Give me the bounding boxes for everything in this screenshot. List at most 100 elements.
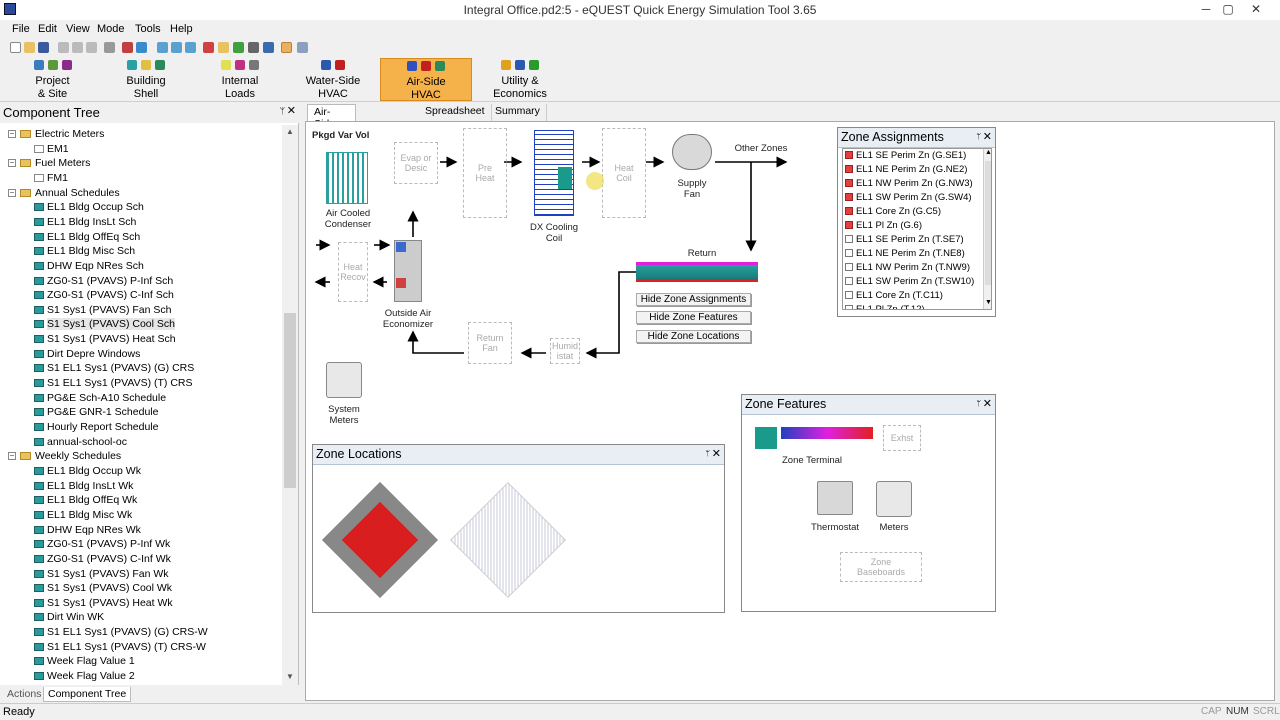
tree-item[interactable]: S1 Sys1 (PVAVS) Cool Sch — [34, 318, 175, 333]
menu-file[interactable]: File — [12, 23, 30, 35]
tree-item[interactable]: Hourly Report Schedule — [34, 421, 158, 436]
scroll-down-icon[interactable]: ▼ — [984, 299, 991, 306]
meters-icon[interactable] — [876, 481, 912, 517]
tab-summary[interactable]: Summary — [489, 104, 547, 121]
tool-icon[interactable] — [263, 42, 274, 53]
tree-item[interactable]: S1 Sys1 (PVAVS) Heat Sch — [34, 333, 176, 348]
close-icon[interactable]: ✕ — [983, 130, 992, 143]
checkbox-icon[interactable] — [845, 221, 853, 229]
tool-icon[interactable] — [185, 42, 196, 53]
paste-icon[interactable] — [86, 42, 97, 53]
mode-utility-economics[interactable]: Utility & Economics — [480, 58, 560, 101]
checkbox-icon[interactable] — [845, 277, 853, 285]
zone-terminal-icon[interactable] — [755, 425, 873, 449]
zone-assignment-row[interactable]: EL1 Pl Zn (G.6) — [845, 220, 922, 234]
menu-mode[interactable]: Mode — [97, 23, 125, 35]
thermostat-icon[interactable] — [817, 481, 853, 515]
tree-item[interactable]: FM1 — [34, 172, 68, 187]
copy-icon[interactable] — [72, 42, 83, 53]
zone-assignment-row[interactable]: EL1 Pl Zn (T.12) — [845, 304, 925, 309]
zone-assignment-row[interactable]: EL1 NE Perim Zn (T.NE8) — [845, 248, 965, 262]
tree-item[interactable]: S1 EL1 Sys1 (PVAVS) (T) CRS-W — [34, 641, 206, 656]
tool-icon[interactable] — [297, 42, 308, 53]
tool-icon[interactable] — [122, 42, 133, 53]
close-button[interactable]: ✕ — [1243, 0, 1269, 20]
tree-item[interactable]: EL1 Bldg Occup Wk — [34, 465, 141, 480]
exhaust-placeholder[interactable]: Exhst — [883, 425, 921, 451]
heat-recov-placeholder[interactable]: Heat Recov — [338, 242, 368, 302]
tree-item[interactable]: S1 EL1 Sys1 (PVAVS) (G) CRS — [34, 362, 194, 377]
zone-assignment-row[interactable]: EL1 NW Perim Zn (G.NW3) — [845, 178, 973, 192]
checkbox-icon[interactable] — [845, 263, 853, 271]
pin-icon[interactable]: ᛘ — [280, 106, 285, 116]
tree-item[interactable]: PG&E Sch-A10 Schedule — [34, 392, 166, 407]
scroll-up-icon[interactable]: ▲ — [282, 127, 298, 136]
zone-baseboards-placeholder[interactable]: Zone Baseboards — [840, 552, 922, 582]
mode-water-side-hvac[interactable]: Water-Side HVAC — [296, 58, 370, 101]
zone-assignment-row[interactable]: EL1 NW Perim Zn (T.NW9) — [845, 262, 970, 276]
tree-scrollbar[interactable]: ▲ ▼ — [282, 125, 298, 685]
tool-icon[interactable] — [157, 42, 168, 53]
checkbox-icon[interactable] — [845, 291, 853, 299]
tool-icon[interactable] — [171, 42, 182, 53]
tab-actions[interactable]: Actions — [3, 687, 45, 702]
checkbox-icon[interactable] — [845, 165, 853, 173]
menu-edit[interactable]: Edit — [38, 23, 57, 35]
mode-internal-loads[interactable]: Internal Loads — [207, 58, 273, 101]
scroll-thumb[interactable] — [985, 161, 991, 285]
tree-item[interactable]: Dirt Win WK — [34, 611, 104, 626]
collapse-icon[interactable]: − — [8, 452, 16, 461]
tree-item[interactable]: EL1 Bldg Misc Sch — [34, 245, 135, 260]
tree-item[interactable]: EM1 — [34, 143, 69, 158]
maximize-button[interactable]: ▢ — [1215, 0, 1241, 20]
tree-item[interactable]: PG&E GNR-1 Schedule — [34, 406, 158, 421]
save-icon[interactable] — [38, 42, 49, 53]
open-icon[interactable] — [24, 42, 35, 53]
tree-item[interactable]: annual-school-oc — [34, 436, 127, 451]
system-meters-icon[interactable] — [326, 362, 362, 398]
print-icon[interactable] — [104, 42, 115, 53]
tree-item[interactable]: ZG0-S1 (PVAVS) C-Inf Wk — [34, 553, 171, 568]
tree-item[interactable]: EL1 Bldg InsLt Wk — [34, 480, 133, 495]
tree-item[interactable]: S1 Sys1 (PVAVS) Fan Sch — [34, 304, 172, 319]
pin-icon[interactable]: ᛘ — [976, 399, 981, 408]
tab-spreadsheet[interactable]: Spreadsheet — [419, 104, 492, 121]
list-scrollbar[interactable]: ▲ ▼ — [983, 149, 991, 309]
collapse-icon[interactable]: − — [8, 188, 16, 197]
checkbox-icon[interactable] — [845, 305, 853, 309]
mode-building-shell[interactable]: Building Shell — [113, 58, 179, 101]
cut-icon[interactable] — [58, 42, 69, 53]
zone-assignment-row[interactable]: EL1 NE Perim Zn (G.NE2) — [845, 164, 967, 178]
zone-assignment-row[interactable]: EL1 SW Perim Zn (T.SW10) — [845, 276, 974, 290]
tree-item[interactable]: Week Flag Value 2 — [34, 670, 135, 685]
tree-item[interactable]: S1 Sys1 (PVAVS) Fan Wk — [34, 568, 169, 583]
return-fan-placeholder[interactable]: Return Fan — [468, 322, 512, 364]
tab-component-tree[interactable]: Component Tree — [43, 687, 132, 702]
humidistat-placeholder[interactable]: Humid istat — [550, 338, 580, 364]
mode-project-site[interactable]: Project & Site — [20, 58, 85, 101]
collapse-icon[interactable]: − — [8, 159, 16, 168]
tree-item[interactable]: Dirt Depre Windows — [34, 348, 140, 363]
checkbox-icon[interactable] — [845, 193, 853, 201]
scroll-down-icon[interactable]: ▼ — [282, 672, 298, 681]
tree-item[interactable]: S1 EL1 Sys1 (PVAVS) (G) CRS-W — [34, 626, 208, 641]
tree-item[interactable]: S1 Sys1 (PVAVS) Cool Wk — [34, 582, 172, 597]
tool-icon[interactable] — [281, 42, 292, 53]
tree-item[interactable]: Week Flag Value 1 — [34, 655, 135, 670]
zone-shape[interactable] — [450, 482, 566, 598]
pin-icon[interactable]: ᛘ — [705, 449, 710, 458]
checkbox-icon[interactable] — [845, 179, 853, 187]
tree-item[interactable]: EL1 Bldg InsLt Sch — [34, 216, 136, 231]
new-icon[interactable] — [10, 42, 21, 53]
hide-zone-locations-button[interactable]: Hide Zone Locations — [636, 330, 751, 343]
tree-item[interactable]: ZG0-S1 (PVAVS) P-Inf Wk — [34, 538, 170, 553]
gear-icon[interactable] — [248, 42, 259, 53]
close-icon[interactable]: ✕ — [983, 397, 992, 410]
menu-view[interactable]: View — [66, 23, 90, 35]
tree-item[interactable]: ZG0-S1 (PVAVS) C-Inf Sch — [34, 289, 174, 304]
tree-item[interactable]: DHW Eqp NRes Sch — [34, 260, 144, 275]
tree-item[interactable]: EL1 Bldg OffEq Sch — [34, 231, 140, 246]
checkbox-icon[interactable] — [845, 207, 853, 215]
tree-item[interactable]: EL1 Bldg Misc Wk — [34, 509, 132, 524]
checkbox-icon[interactable] — [845, 151, 853, 159]
